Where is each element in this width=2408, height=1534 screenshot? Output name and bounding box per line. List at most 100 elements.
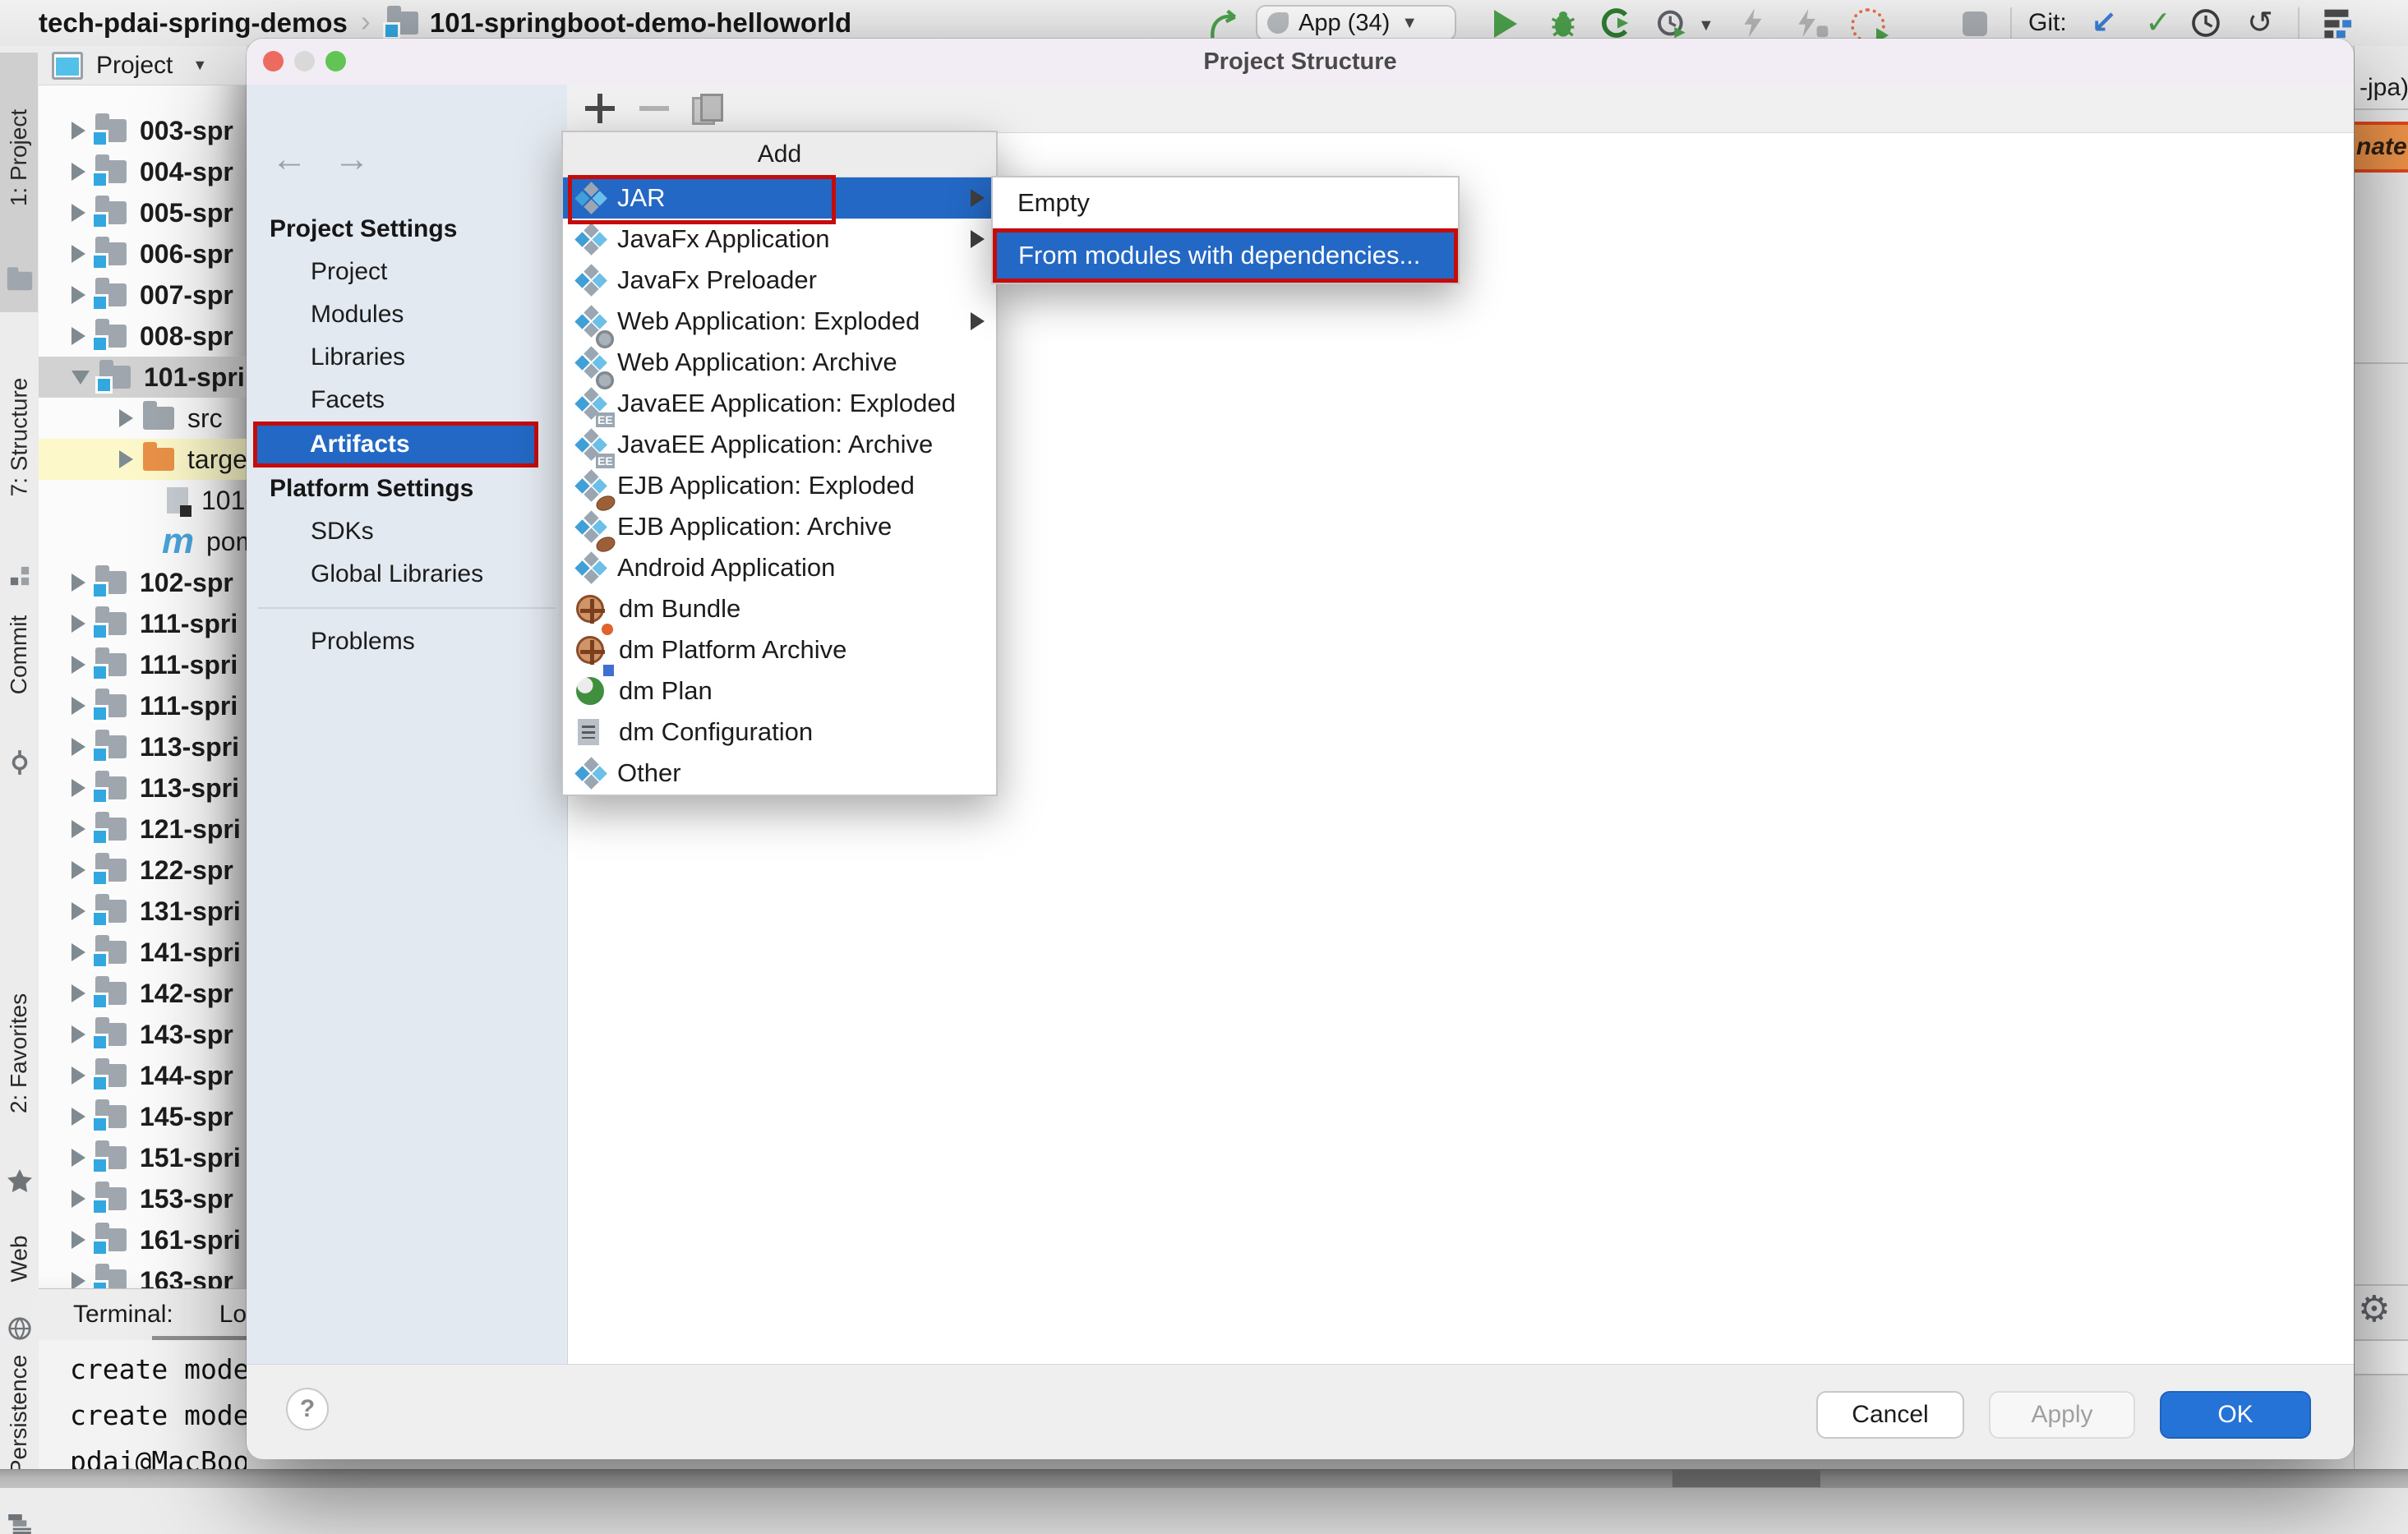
menu-item[interactable]: dm Configuration — [563, 712, 996, 753]
settings-nav-item[interactable]: Project Settings — [247, 208, 567, 251]
settings-nav-item[interactable]: Project — [247, 251, 567, 293]
expand-chevron-icon[interactable] — [72, 984, 85, 1002]
expand-chevron-icon[interactable] — [119, 450, 133, 468]
tree-row[interactable]: 113-spri — [39, 767, 247, 808]
menu-item[interactable]: Android Application — [563, 547, 996, 588]
expand-chevron-icon[interactable] — [72, 1066, 85, 1085]
expand-chevron-icon[interactable] — [72, 163, 85, 181]
tree-row[interactable]: 122-spr — [39, 850, 247, 891]
expand-chevron-icon[interactable] — [72, 615, 85, 633]
tree-row[interactable]: 003-spr — [39, 110, 247, 151]
settings-nav-item[interactable]: Platform Settings — [247, 468, 567, 510]
menu-item[interactable]: Web Application: Archive — [563, 342, 996, 383]
tree-row[interactable]: 007-spr — [39, 274, 247, 316]
profiler-clock-icon[interactable] — [1654, 7, 1690, 39]
tree-row[interactable]: 153-spr — [39, 1178, 247, 1219]
expand-chevron-icon[interactable] — [72, 943, 85, 961]
toolwindow-web[interactable]: Web — [0, 1213, 39, 1340]
settings-nav-item[interactable]: Facets — [247, 379, 567, 422]
tree-row[interactable]: 141-spri — [39, 932, 247, 973]
expand-chevron-icon[interactable] — [72, 574, 85, 592]
menu-item[interactable]: dm Plan — [563, 670, 996, 712]
expand-chevron-icon[interactable] — [72, 1231, 85, 1249]
toolwindow-project[interactable]: 1: Project — [0, 71, 39, 293]
expand-chevron-icon[interactable] — [72, 861, 85, 879]
zoom-traffic-light[interactable] — [325, 51, 346, 71]
tree-row[interactable]: 101-spri — [39, 357, 247, 398]
dialog-titlebar[interactable]: Project Structure — [247, 39, 2354, 85]
minimize-traffic-light[interactable] — [294, 51, 315, 71]
menu-item[interactable]: EJB Application: Exploded — [563, 465, 996, 506]
expand-chevron-icon[interactable] — [72, 902, 85, 920]
breadcrumb-module[interactable]: 101-springboot-demo-helloworld — [430, 7, 851, 39]
expand-chevron-icon[interactable] — [72, 738, 85, 756]
add-icon[interactable] — [585, 94, 615, 123]
tree-row[interactable]: 145-spr — [39, 1096, 247, 1137]
menu-item[interactable]: EE JavaEE Application: Exploded — [563, 383, 996, 424]
tree-row[interactable]: 131-spri — [39, 891, 247, 932]
gear-icon[interactable]: ⚙ — [2358, 1288, 2390, 1330]
expand-chevron-icon[interactable] — [72, 286, 85, 304]
history-clock-icon[interactable] — [2189, 7, 2222, 39]
tree-row[interactable]: 006-spr — [39, 233, 247, 274]
tree-row[interactable]: m pom.x — [39, 521, 247, 562]
tree-row[interactable]: 151-spri — [39, 1137, 247, 1178]
tree-row[interactable]: 111-spri — [39, 603, 247, 644]
run-configuration-selector[interactable]: App (34) ▼ — [1256, 5, 1456, 41]
expand-chevron-icon[interactable] — [72, 820, 85, 838]
forward-arrow-icon[interactable]: → — [334, 139, 370, 180]
tree-row[interactable]: 004-spr — [39, 151, 247, 192]
help-button[interactable]: ? — [286, 1388, 329, 1430]
close-traffic-light[interactable] — [263, 51, 284, 71]
menu-item[interactable]: JavaFx Preloader — [563, 260, 996, 301]
settings-nav-item[interactable]: Global Libraries — [247, 553, 567, 596]
settings-nav-item[interactable]: Problems — [247, 620, 567, 663]
menu-item[interactable]: dm Platform Archive — [563, 629, 996, 670]
expand-chevron-icon[interactable] — [72, 1272, 85, 1288]
expand-chevron-icon[interactable] — [72, 245, 85, 263]
chevron-down-icon[interactable]: ▼ — [192, 57, 207, 74]
menu-item[interactable]: JAR — [563, 177, 996, 219]
menu-item[interactable]: Web Application: Exploded — [563, 301, 996, 342]
navigate-back-icon[interactable] — [1206, 7, 1243, 39]
expand-chevron-icon[interactable] — [72, 204, 85, 222]
tree-row[interactable]: 005-spr — [39, 192, 247, 233]
expand-chevron-icon[interactable] — [72, 1025, 85, 1043]
expand-chevron-icon[interactable] — [72, 1149, 85, 1167]
debug-bug-icon[interactable] — [1547, 7, 1580, 39]
menu-item[interactable]: dm Bundle — [563, 588, 996, 629]
menu-item[interactable]: Other — [563, 753, 996, 794]
tree-row[interactable]: targe — [39, 439, 247, 480]
submenu-item[interactable]: From modules with dependencies... — [993, 228, 1458, 283]
settings-nav-item[interactable]: Modules — [247, 293, 567, 336]
project-panel-header[interactable]: Project ▼ — [39, 46, 247, 85]
tree-row[interactable]: 111-spri — [39, 685, 247, 726]
toolwindow-structure[interactable]: 7: Structure — [0, 317, 39, 587]
expand-chevron-icon[interactable] — [72, 779, 85, 797]
tree-row[interactable]: 143-spr — [39, 1014, 247, 1055]
tree-row[interactable]: 161-spri — [39, 1219, 247, 1260]
tree-row[interactable]: 111-spri — [39, 644, 247, 685]
run-button[interactable] — [1494, 10, 1517, 38]
settings-nav-item[interactable]: SDKs — [247, 510, 567, 553]
toolwindow-favorites[interactable]: 2: Favorites — [0, 950, 39, 1192]
menu-item[interactable]: EJB Application: Archive — [563, 506, 996, 547]
expand-chevron-icon[interactable] — [72, 122, 85, 140]
ok-button[interactable]: OK — [2160, 1391, 2311, 1439]
toolwindow-persistence[interactable]: Persistence — [0, 1328, 39, 1534]
expand-chevron-icon[interactable] — [72, 656, 85, 674]
project-structure-icon[interactable] — [2321, 7, 2367, 39]
tree-row[interactable]: 008-spr — [39, 316, 247, 357]
expand-chevron-icon[interactable] — [72, 697, 85, 715]
expand-chevron-icon[interactable] — [72, 1190, 85, 1208]
back-arrow-icon[interactable]: ← — [271, 139, 307, 180]
menu-item[interactable]: JavaFx Application — [563, 219, 996, 260]
expand-chevron-icon[interactable] — [72, 327, 85, 345]
expand-chevron-icon[interactable] — [72, 1108, 85, 1126]
toolwindow-commit[interactable]: Commit — [0, 572, 39, 775]
tree-row[interactable]: 142-spr — [39, 973, 247, 1014]
profile-run-icon[interactable] — [1851, 8, 1885, 43]
tree-row[interactable]: src — [39, 398, 247, 439]
tree-row[interactable]: 113-spri — [39, 726, 247, 767]
menu-item[interactable]: EE JavaEE Application: Archive — [563, 424, 996, 465]
